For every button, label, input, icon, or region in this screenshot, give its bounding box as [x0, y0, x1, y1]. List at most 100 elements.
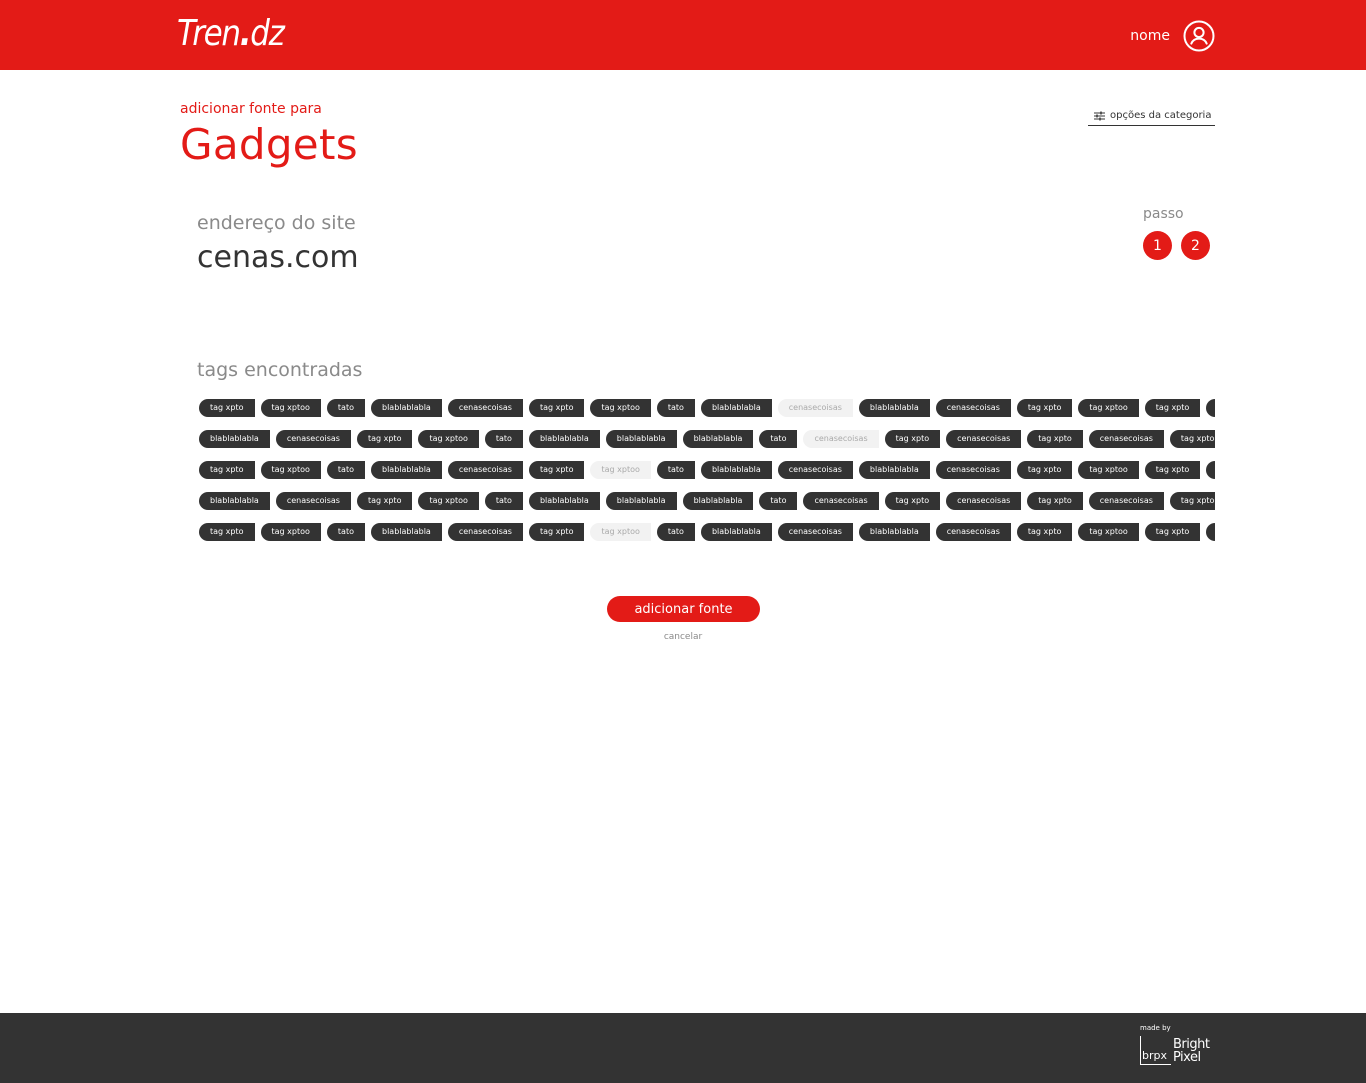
tag-chip[interactable]: tag xptoo: [418, 492, 479, 510]
bright-pixel-logo[interactable]: brpx Bright Pixel: [1140, 1036, 1210, 1065]
tag-chip[interactable]: cenasecoisas: [1088, 430, 1164, 448]
tag-chip[interactable]: cenasecoisas: [946, 430, 1022, 448]
add-source-button[interactable]: adicionar fonte: [607, 596, 760, 622]
tag-chip[interactable]: cenasecoisas: [447, 399, 523, 417]
tag-chip[interactable]: blablablabla: [199, 492, 270, 510]
tag-chip[interactable]: blablablabla: [858, 399, 930, 417]
tag-chip[interactable]: cenasecoisas: [777, 461, 853, 479]
tag-chip[interactable]: cenasecoisas: [1088, 492, 1164, 510]
tag-chip[interactable]: blablablabla: [371, 523, 442, 541]
tag-chip[interactable]: tato: [656, 523, 695, 541]
tag-row: blablablabla cenasecoisas tag xpto tag xpto…: [199, 430, 1215, 448]
tag-chip[interactable]: tag xptoo: [1078, 399, 1139, 417]
tag-chip[interactable]: tag xptoo: [1078, 523, 1139, 541]
tag-chip[interactable]: cenasecoisas: [803, 492, 879, 510]
tag-row: tag xpto tag xptoo tato blablablabla cenasec…: [199, 461, 1215, 479]
wordmark-line-1: Bright: [1173, 1036, 1210, 1052]
tag-chip[interactable]: tag xpto: [199, 399, 255, 417]
logo-text-part2: dz: [250, 13, 285, 54]
tag-chip[interactable]: tag xpto: [528, 399, 585, 417]
tag-chip-deselected[interactable]: cenasecoisas: [777, 399, 853, 417]
tag-chip[interactable]: tato: [484, 430, 523, 448]
tag-chip[interactable]: tag xptoo: [260, 461, 321, 479]
tag-chip[interactable]: tag xpto: [356, 492, 413, 510]
cancel-link[interactable]: cancelar: [0, 632, 1366, 642]
tag-chip[interactable]: tag xpto: [199, 461, 255, 479]
tag-chip[interactable]: tag xpto: [528, 461, 585, 479]
tag-chip[interactable]: tag xpto: [356, 430, 413, 448]
tag-chip[interactable]: tag xpto: [1016, 523, 1073, 541]
tag-chip[interactable]: tato: [656, 399, 695, 417]
tag-chip[interactable]: tag xpto: [1169, 430, 1215, 448]
tag-chip[interactable]: cenasecoisas: [935, 523, 1011, 541]
tag-row: tag xpto tag xptoo tato blablablabla cenasec…: [199, 523, 1215, 541]
tag-chip[interactable]: tag xpto: [1144, 399, 1201, 417]
tag-chip[interactable]: tag xpto: [1144, 523, 1201, 541]
tag-chip[interactable]: tag xpto: [884, 492, 941, 510]
tag-chip[interactable]: cenasecoisas: [946, 492, 1022, 510]
tag-chip[interactable]: cenasecoisas: [447, 461, 523, 479]
tag-chip[interactable]: blablablabla: [682, 492, 754, 510]
page-eyebrow: adicionar fonte para: [180, 101, 322, 117]
tag-chip[interactable]: tato: [759, 492, 798, 510]
tag-chip[interactable]: cenasecoisas: [275, 430, 351, 448]
tag-chip[interactable]: blablablabla: [605, 492, 677, 510]
tag-chip[interactable]: tag xptoo: [260, 523, 321, 541]
tag-chip[interactable]: blablablabla: [199, 430, 270, 448]
step-1[interactable]: 1: [1143, 231, 1172, 260]
tag-chip[interactable]: tag xpto: [1169, 492, 1215, 510]
tag-chip[interactable]: blablablabla: [700, 523, 772, 541]
tag-chip[interactable]: cenasecoisas: [447, 523, 523, 541]
tag-chip[interactable]: tag xptoo: [260, 399, 321, 417]
tag-chip[interactable]: blablablabla: [700, 461, 772, 479]
found-tags-label: tags encontradas: [197, 359, 363, 381]
sliders-icon: [1094, 111, 1105, 120]
tag-chip[interactable]: tag xpto: [1027, 492, 1083, 510]
footer: made by brpx Bright Pixel: [0, 1013, 1366, 1083]
tag-chip[interactable]: blablablabla: [700, 399, 772, 417]
tag-chip[interactable]: tag xpto: [1027, 430, 1083, 448]
tag-chip[interactable]: tag xptoo: [1206, 461, 1215, 479]
tag-row: tag xpto tag xptoo tato blablablabla cenasec…: [199, 399, 1215, 417]
tag-chip[interactable]: cenasecoisas: [935, 461, 1011, 479]
tag-chip[interactable]: tag xptoo: [590, 399, 651, 417]
category-options-button[interactable]: opções da categoria: [1088, 106, 1215, 126]
top-bar: Tren.dz nome: [0, 0, 1366, 70]
tag-chip[interactable]: tag xpto: [1016, 461, 1073, 479]
tag-chip[interactable]: tag xpto: [1144, 461, 1201, 479]
tag-chip[interactable]: blablablabla: [371, 399, 442, 417]
tag-chip[interactable]: cenasecoisas: [777, 523, 853, 541]
tag-chip-deselected[interactable]: cenasecoisas: [803, 430, 879, 448]
tag-chip[interactable]: tag xpto: [528, 523, 585, 541]
step-2[interactable]: 2: [1181, 231, 1210, 260]
tag-chip[interactable]: tato: [326, 399, 365, 417]
user-menu[interactable]: nome: [1130, 20, 1215, 52]
tag-chip[interactable]: blablablabla: [605, 430, 677, 448]
app-logo[interactable]: Tren.dz: [177, 13, 285, 54]
tag-chip[interactable]: tato: [326, 523, 365, 541]
tag-chip[interactable]: blablablabla: [528, 430, 600, 448]
tag-chip[interactable]: tag xptoo: [418, 430, 479, 448]
tag-chip[interactable]: tag xpto: [199, 523, 255, 541]
tag-chip[interactable]: cenasecoisas: [935, 399, 1011, 417]
found-tags-list: tag xpto tag xptoo tato blablablabla cenasec…: [199, 399, 1215, 554]
made-by-label: made by: [1140, 1024, 1171, 1032]
tag-chip[interactable]: tag xptoo: [1206, 399, 1215, 417]
tag-chip[interactable]: tag xptoo: [1078, 461, 1139, 479]
tag-chip[interactable]: tato: [326, 461, 365, 479]
tag-chip[interactable]: blablablabla: [371, 461, 442, 479]
tag-chip[interactable]: tato: [484, 492, 523, 510]
tag-chip[interactable]: blablablabla: [858, 523, 930, 541]
tag-chip[interactable]: cenasecoisas: [275, 492, 351, 510]
tag-chip[interactable]: tag xpto: [1016, 399, 1073, 417]
tag-row: blablablabla cenasecoisas tag xpto tag xpto…: [199, 492, 1215, 510]
tag-chip[interactable]: blablablabla: [528, 492, 600, 510]
tag-chip-deselected[interactable]: tag xptoo: [590, 461, 651, 479]
tag-chip[interactable]: tato: [656, 461, 695, 479]
tag-chip[interactable]: tag xpto: [884, 430, 941, 448]
tag-chip[interactable]: blablablabla: [858, 461, 930, 479]
tag-chip-deselected[interactable]: tag xptoo: [590, 523, 651, 541]
tag-chip[interactable]: tato: [759, 430, 798, 448]
tag-chip[interactable]: tag xptoo: [1206, 523, 1215, 541]
tag-chip[interactable]: blablablabla: [682, 430, 754, 448]
